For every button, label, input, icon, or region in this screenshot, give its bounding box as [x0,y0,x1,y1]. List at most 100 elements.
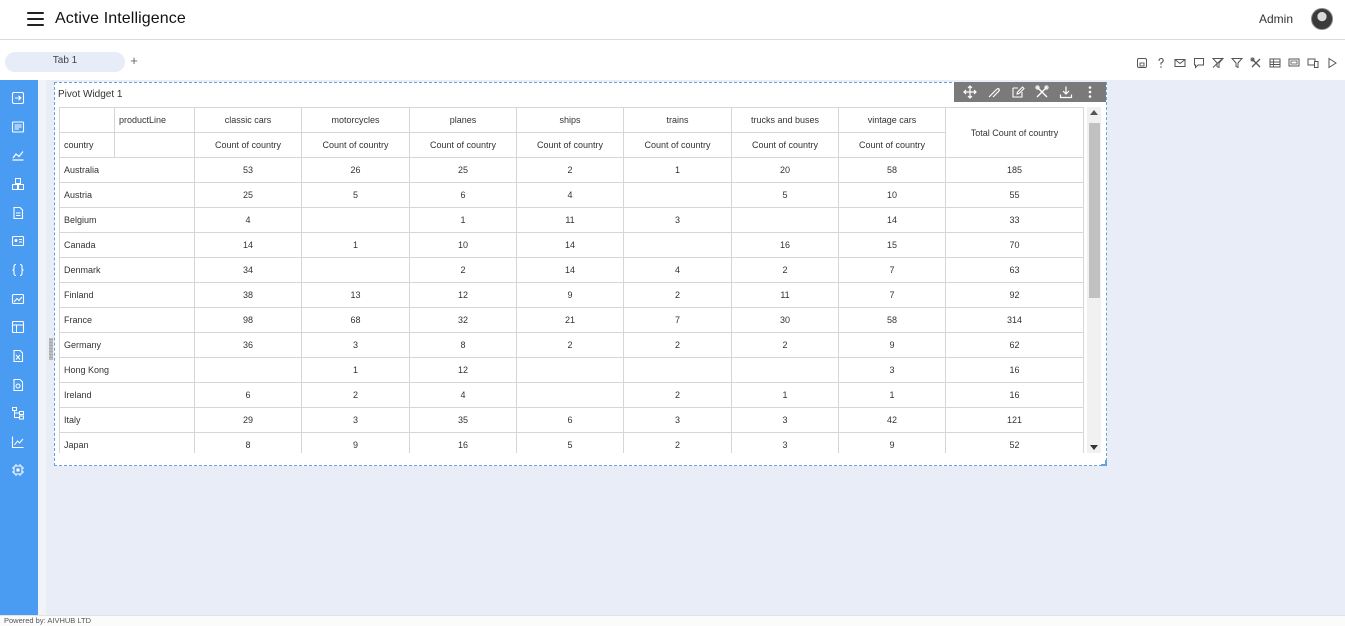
value-cell: 1 [623,157,732,183]
column-header[interactable]: trains [623,107,732,133]
measure-header: Count of country [731,132,839,158]
excel-icon[interactable] [11,349,25,363]
pivot-widget[interactable]: Pivot Widget 1 productLine classic cars mo… [49,82,1107,466]
measure-header: Count of country [516,132,624,158]
email-icon[interactable] [1174,57,1186,69]
footer: Powered by: AIVHUB LTD [0,615,1345,626]
value-cell: 53 [194,157,302,183]
user-name[interactable]: Admin [1259,12,1293,26]
tab-1[interactable]: Tab 1 [5,52,125,72]
more-vertical-icon[interactable] [1083,85,1097,99]
value-cell: 7 [838,257,946,283]
value-cell: 34 [194,257,302,283]
value-cell: 12 [409,357,517,383]
tab-strip: Tab 1 + [0,41,1345,80]
add-tab-button[interactable]: + [128,53,140,69]
value-cell [516,382,624,408]
edit-icon[interactable] [1011,85,1025,99]
devices-icon[interactable] [1307,57,1319,69]
column-header[interactable]: planes [409,107,517,133]
value-cell: 1 [838,382,946,408]
scroll-down-arrow-icon[interactable] [1090,445,1098,450]
column-field-label[interactable]: productLine [114,107,195,133]
move-icon[interactable] [963,85,977,99]
value-cell: 16 [409,432,517,453]
value-cell: 2 [409,257,517,283]
measure-header: Count of country [194,132,302,158]
save-icon[interactable] [1136,57,1148,69]
value-cell: 68 [301,307,410,333]
row-label: Australia [59,157,195,183]
table-row: France 98 68 32 21 7 30 58 314 [59,307,1084,333]
value-cell: 6 [409,182,517,208]
clear-filter-icon[interactable] [1212,57,1224,69]
play-icon[interactable] [1326,57,1338,69]
value-cell: 1 [301,232,410,258]
app-title: Active Intelligence [55,10,186,27]
value-cell: 32 [409,307,517,333]
scroll-thumb[interactable] [1089,123,1100,298]
widget-resize-handle[interactable] [1101,460,1107,466]
filter-icon[interactable] [1231,57,1243,69]
row-label: Japan [59,432,195,453]
total-cell: 52 [945,432,1084,453]
value-cell [623,182,732,208]
link-icon[interactable] [987,85,1001,99]
comment-icon[interactable] [1193,57,1205,69]
list-icon[interactable] [11,120,25,134]
left-sidebar [0,80,38,615]
avatar[interactable] [1311,8,1333,30]
code-braces-icon[interactable] [11,263,25,277]
value-cell: 58 [838,307,946,333]
value-cell: 4 [516,182,624,208]
column-header[interactable]: ships [516,107,624,133]
cubes-icon[interactable] [11,177,25,191]
chip-icon[interactable] [11,463,25,477]
document-icon[interactable] [11,378,25,392]
table-icon[interactable] [1269,57,1281,69]
column-header[interactable]: classic cars [194,107,302,133]
hamburger-menu-icon[interactable] [26,10,46,28]
vertical-scrollbar[interactable] [1087,107,1101,453]
value-cell: 2 [516,332,624,358]
chart-line-icon[interactable] [11,148,25,162]
exit-icon[interactable] [11,91,25,105]
value-cell: 5 [301,182,410,208]
total-header: Total Count of country [945,107,1084,158]
value-cell: 6 [516,407,624,433]
row-label: Hong Kong [59,357,195,383]
column-header[interactable]: motorcycles [301,107,410,133]
hierarchy-icon[interactable] [11,406,25,420]
widget-title: Pivot Widget 1 [58,89,123,100]
scroll-up-arrow-icon[interactable] [1090,110,1098,115]
help-icon[interactable] [1155,57,1167,69]
report-icon[interactable] [11,206,25,220]
value-cell: 2 [623,382,732,408]
value-cell: 1 [301,357,410,383]
value-cell: 1 [409,207,517,233]
value-cell: 14 [194,232,302,258]
id-card-icon[interactable] [11,234,25,248]
value-cell: 14 [516,232,624,258]
dashboard-icon[interactable] [11,320,25,334]
trend-icon[interactable] [11,435,25,449]
value-cell: 3 [623,407,732,433]
value-cell: 30 [731,307,839,333]
column-header[interactable]: trucks and buses [731,107,839,133]
table-row: Germany 36 3 8 2 2 2 9 62 [59,332,1084,358]
pivot-header-row: productLine classic cars motorcycles planes… [59,107,1084,158]
download-icon[interactable] [1059,85,1073,99]
value-cell: 4 [623,257,732,283]
value-cell: 2 [731,332,839,358]
settings-tools-icon[interactable] [1035,85,1049,99]
total-cell: 63 [945,257,1084,283]
measure-header: Count of country [301,132,410,158]
tools-icon[interactable] [1250,57,1262,69]
widget-drag-handle[interactable] [49,338,53,360]
image-chart-icon[interactable] [11,292,25,306]
column-header[interactable]: vintage cars [838,107,946,133]
screen-icon[interactable] [1288,57,1300,69]
value-cell: 26 [301,157,410,183]
pivot-table-container[interactable]: productLine classic cars motorcycles planes… [59,107,1085,453]
row-field-label[interactable]: country [59,132,115,158]
